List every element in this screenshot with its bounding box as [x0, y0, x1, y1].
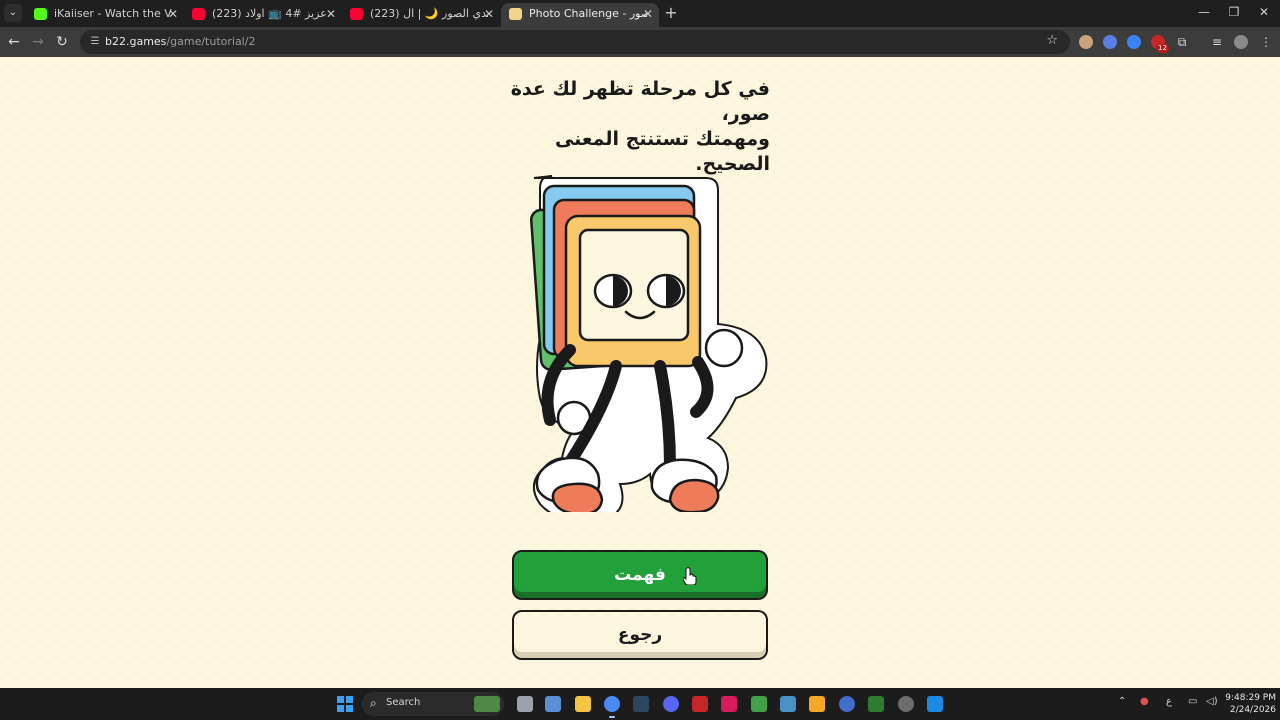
- input-language[interactable]: ع: [1166, 696, 1172, 707]
- clock-date: 2/24/2026: [1229, 705, 1276, 715]
- tab-close-icon[interactable]: ✕: [484, 3, 494, 25]
- tab-youtube-1[interactable]: (223) حروف مع عزيز #4 📺 اولاد ✕: [184, 3, 342, 27]
- store-icon[interactable]: [545, 696, 561, 712]
- tutorial-heading: في كل مرحلة تظهر لك عدة صور، ومهمتك تستن…: [480, 77, 770, 177]
- tab-youtube-2[interactable]: (223) بطولة تحدي الصور 🌙 | ال ✕: [342, 3, 500, 27]
- page-content: في كل مرحلة تظهر لك عدة صور، ومهمتك تستن…: [0, 57, 1280, 688]
- back-button[interactable]: رجوع: [512, 610, 768, 660]
- excel-icon[interactable]: [868, 696, 884, 712]
- window-close-icon[interactable]: ✕: [1254, 5, 1274, 19]
- file-explorer-icon[interactable]: [575, 696, 591, 712]
- chrome-icon[interactable]: [604, 696, 620, 718]
- search-highlight-icon: [474, 696, 500, 712]
- tab-close-icon[interactable]: ✕: [168, 3, 178, 25]
- task-view-icon[interactable]: [517, 696, 533, 712]
- search-icon: ⌕: [370, 696, 377, 710]
- minecraft-icon[interactable]: [751, 696, 767, 712]
- discord-icon[interactable]: [663, 696, 679, 712]
- tab-strip: ⌄ iKaiiser - Watch the VOD on Kick ✕ (22…: [0, 0, 1280, 27]
- tab-title: (223) حروف مع عزيز #4 📺 اولاد: [212, 7, 330, 20]
- search-placeholder: Search: [386, 697, 421, 708]
- profile-icon[interactable]: [1234, 35, 1248, 49]
- rockstar-icon[interactable]: [809, 696, 825, 712]
- qbittorrent-icon[interactable]: [839, 696, 855, 712]
- tutorial-heading-line-1: في كل مرحلة تظهر لك عدة صور،: [510, 78, 770, 125]
- new-tab-button[interactable]: +: [662, 4, 680, 22]
- tab-title: (223) بطولة تحدي الصور 🌙 | ال: [370, 7, 488, 20]
- youtube-favicon-icon: [350, 8, 363, 20]
- minimize-icon[interactable]: —: [1194, 5, 1214, 19]
- tab-close-icon[interactable]: ✕: [643, 3, 653, 25]
- steam-icon[interactable]: [633, 696, 649, 712]
- menu-icon[interactable]: ⋮: [1258, 33, 1274, 51]
- kick-favicon-icon: [34, 8, 47, 20]
- hand-cursor-icon: [683, 567, 697, 585]
- volume-icon[interactable]: ◁): [1206, 696, 1218, 707]
- tab-title: iKaiiser - Watch the VOD on Kick: [54, 7, 172, 20]
- app-gear-icon[interactable]: [898, 696, 914, 712]
- extensions-icon[interactable]: ⧉: [1174, 33, 1190, 51]
- app-wolf-icon[interactable]: [780, 696, 796, 712]
- photo-cards-mascot-illustration: [529, 175, 768, 512]
- media-control-icon[interactable]: ≡: [1209, 33, 1225, 51]
- clock-time: 9:48:29 PM: [1225, 693, 1276, 703]
- tab-close-icon[interactable]: ✕: [326, 3, 336, 25]
- calculator-icon[interactable]: [927, 696, 943, 712]
- back-arrow-icon[interactable]: ←: [4, 32, 24, 52]
- tab-search-button[interactable]: ⌄: [4, 4, 22, 22]
- tab-photo-challenge[interactable]: Photo Challenge - تحدي الصور ✕: [501, 3, 659, 27]
- reload-icon[interactable]: ↻: [52, 32, 72, 52]
- forward-arrow-icon[interactable]: →: [28, 32, 48, 52]
- tutorial-heading-line-2: ومهمتك تستنتج المعنى الصحيح.: [554, 128, 770, 175]
- browser-toolbar: ← → ↻ ☰ b22.games/game/tutorial/2 ☆ 12 ⧉…: [0, 27, 1280, 57]
- taskbar-search-box[interactable]: ⌕ Search: [362, 692, 504, 716]
- microphone-icon[interactable]: ●: [1140, 696, 1149, 707]
- understood-button[interactable]: فهمت: [512, 550, 768, 600]
- app-pink-icon[interactable]: [721, 696, 737, 712]
- show-hidden-icons-icon[interactable]: ⌃: [1118, 696, 1126, 707]
- windows-taskbar: ⌕ Search ⌃ ● ع ▭ ◁) 9:48:29 PM 2/24/2026: [0, 688, 1280, 720]
- url-text: b22.games/game/tutorial/2: [105, 35, 255, 48]
- url-path: /game/tutorial/2: [166, 35, 256, 48]
- extension-cookie-icon[interactable]: [1079, 35, 1093, 49]
- site-info-icon[interactable]: ☰: [88, 35, 102, 49]
- extension-badge: 12: [1156, 44, 1169, 53]
- bookmark-star-icon[interactable]: ☆: [1046, 33, 1058, 48]
- extension-shield-icon[interactable]: [1127, 35, 1141, 49]
- restore-icon[interactable]: ❐: [1224, 5, 1244, 19]
- photo-challenge-favicon-icon: [509, 8, 522, 20]
- windows-start-icon[interactable]: [337, 696, 353, 712]
- network-icon[interactable]: ▭: [1188, 696, 1197, 707]
- tab-kick[interactable]: iKaiiser - Watch the VOD on Kick ✕: [26, 3, 184, 27]
- extension-blue-icon[interactable]: [1103, 35, 1117, 49]
- app-red-icon[interactable]: [692, 696, 708, 712]
- tab-title: Photo Challenge - تحدي الصور: [529, 7, 647, 20]
- system-clock[interactable]: 9:48:29 PM 2/24/2026: [1222, 692, 1276, 716]
- address-bar[interactable]: ☰ b22.games/game/tutorial/2 ☆: [80, 30, 1070, 54]
- url-host: b22.games: [105, 35, 167, 48]
- youtube-favicon-icon: [192, 8, 205, 20]
